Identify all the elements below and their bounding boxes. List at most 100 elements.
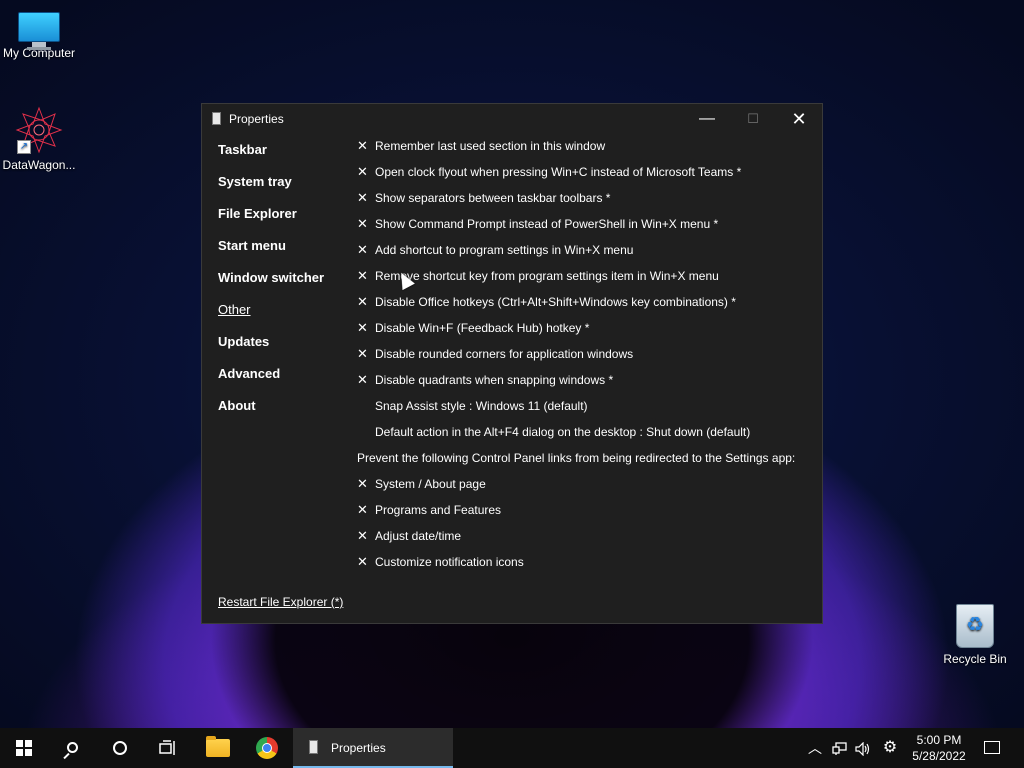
setting-remove-shortcut-key[interactable]: ✕ Remove shortcut key from program settin… <box>357 263 817 289</box>
x-mark-icon: ✕ <box>357 190 368 205</box>
start-button[interactable] <box>0 728 48 768</box>
setting-label: Adjust date/time <box>375 529 462 543</box>
setting-win-f-hotkey[interactable]: ✕ Disable Win+F (Feedback Hub) hotkey * <box>357 315 817 341</box>
setting-label: Open clock flyout when pressing Win+C in… <box>375 165 742 179</box>
settings-tray-button[interactable]: ⚙ <box>878 728 902 768</box>
sidebar-item-system-tray[interactable]: System tray <box>218 166 348 198</box>
cortana-button[interactable] <box>96 728 144 768</box>
maximize-button[interactable]: ☐ <box>730 104 776 134</box>
properties-window: Properties — ☐ ✕ Taskbar System tray Fil… <box>201 103 823 624</box>
recycle-bin-icon: ♻ <box>956 604 994 648</box>
sidebar-item-window-switcher[interactable]: Window switcher <box>218 262 348 294</box>
action-center-button[interactable] <box>978 728 1006 768</box>
setting-label: Snap Assist style : Windows 11 (default) <box>375 399 588 413</box>
x-mark-icon: ✕ <box>357 476 368 491</box>
settings-list: ✕ Remember last used section in this wind… <box>357 133 817 575</box>
chevron-up-icon: ︿ <box>808 740 822 756</box>
notification-icon <box>984 741 1000 755</box>
setting-rounded-corners[interactable]: ✕ Disable rounded corners for application… <box>357 341 817 367</box>
desktop-icon-recycle-bin[interactable]: ♻ Recycle Bin <box>932 604 1018 666</box>
search-icon <box>66 742 78 754</box>
x-mark-icon: ✕ <box>357 216 368 231</box>
app-icon <box>309 740 318 754</box>
minimize-button[interactable]: — <box>684 104 730 134</box>
setting-snap-assist-style[interactable]: Snap Assist style : Windows 11 (default) <box>357 393 817 419</box>
task-view-button[interactable] <box>144 728 192 768</box>
taskbar-clock[interactable]: 5:00 PM 5/28/2022 <box>904 732 974 764</box>
x-mark-icon: ✕ <box>357 346 368 361</box>
setting-label: Add shortcut to program settings in Win+… <box>375 243 634 257</box>
clock-date: 5/28/2022 <box>912 749 966 763</box>
setting-toolbar-separators[interactable]: ✕ Show separators between taskbar toolbar… <box>357 185 817 211</box>
file-explorer-taskbar-button[interactable] <box>194 728 242 768</box>
sidebar-item-other[interactable]: Other <box>218 294 348 326</box>
sidebar-item-taskbar[interactable]: Taskbar <box>218 134 348 166</box>
clock-time: 5:00 PM <box>916 733 962 747</box>
setting-programs-features[interactable]: ✕ Programs and Features <box>357 497 817 523</box>
volume-tray-button[interactable] <box>852 728 874 768</box>
setting-label: System / About page <box>375 477 486 491</box>
setting-clock-flyout[interactable]: ✕ Open clock flyout when pressing Win+C i… <box>357 159 817 185</box>
setting-label: Show separators between taskbar toolbars… <box>375 191 611 205</box>
x-mark-icon: ✕ <box>357 320 368 335</box>
volume-icon <box>855 741 870 757</box>
sidebar-item-about[interactable]: About <box>218 390 348 422</box>
window-title: Properties <box>229 112 284 126</box>
desktop-icon-datawagon[interactable]: ↗ DataWagon... <box>0 106 82 172</box>
desktop-icon-my-computer[interactable]: My Computer <box>0 12 82 60</box>
x-mark-icon: ✕ <box>357 138 368 153</box>
setting-label: Remember last used section in this windo… <box>375 139 606 153</box>
task-view-icon <box>159 740 175 755</box>
setting-office-hotkeys[interactable]: ✕ Disable Office hotkeys (Ctrl+Alt+Shift+… <box>357 289 817 315</box>
section-heading: Prevent the following Control Panel link… <box>357 451 796 465</box>
setting-label: Customize notification icons <box>375 555 524 569</box>
setting-add-shortcut[interactable]: ✕ Add shortcut to program settings in Win… <box>357 237 817 263</box>
setting-label: Default action in the Alt+F4 dialog on t… <box>375 425 751 439</box>
desktop-icon-label: DataWagon... <box>2 158 76 172</box>
setting-label: Disable Win+F (Feedback Hub) hotkey * <box>375 321 590 335</box>
taskbar-task-label: Properties <box>331 741 386 755</box>
datawagon-icon: ↗ <box>15 106 63 154</box>
restart-explorer-link[interactable]: Restart File Explorer (*) <box>218 595 343 609</box>
shortcut-arrow-icon: ↗ <box>17 140 31 154</box>
network-icon <box>832 742 847 756</box>
network-tray-button[interactable] <box>828 728 852 768</box>
setting-label: Programs and Features <box>375 503 502 517</box>
setting-command-prompt[interactable]: ✕ Show Command Prompt instead of PowerShe… <box>357 211 817 237</box>
properties-taskbar-button[interactable]: Properties <box>293 728 453 768</box>
setting-label: Show Command Prompt instead of PowerShel… <box>375 217 719 231</box>
gear-icon: ⚙ <box>882 739 898 756</box>
x-mark-icon: ✕ <box>357 242 368 257</box>
x-mark-icon: ✕ <box>357 164 368 179</box>
chrome-taskbar-button[interactable] <box>243 728 291 768</box>
monitor-icon <box>18 12 60 50</box>
setting-adjust-date-time[interactable]: ✕ Adjust date/time <box>357 523 817 549</box>
windows-logo-icon <box>16 739 32 756</box>
chrome-icon <box>256 736 278 759</box>
x-mark-icon: ✕ <box>357 372 368 387</box>
show-hidden-icons-button[interactable]: ︿ <box>804 728 826 768</box>
sidebar-item-advanced[interactable]: Advanced <box>218 358 348 390</box>
sidebar-item-start-menu[interactable]: Start menu <box>218 230 348 262</box>
setting-alt-f4-default[interactable]: Default action in the Alt+F4 dialog on t… <box>357 419 817 445</box>
taskbar: Properties ︿ ⚙ 5:00 PM 5/28/2022 <box>0 728 1024 768</box>
setting-label: Disable rounded corners for application … <box>375 347 634 361</box>
x-mark-icon: ✕ <box>357 502 368 517</box>
setting-snap-quadrants[interactable]: ✕ Disable quadrants when snapping windows… <box>357 367 817 393</box>
x-mark-icon: ✕ <box>357 268 368 283</box>
window-titlebar[interactable]: Properties — ☐ ✕ <box>202 104 822 134</box>
setting-system-about[interactable]: ✕ System / About page <box>357 471 817 497</box>
setting-notification-icons[interactable]: ✕ Customize notification icons <box>357 549 817 575</box>
sidebar-item-updates[interactable]: Updates <box>218 326 348 358</box>
folder-icon <box>206 735 230 757</box>
setting-label: Remove shortcut key from program setting… <box>375 269 719 283</box>
x-mark-icon: ✕ <box>357 554 368 569</box>
cortana-icon <box>113 740 127 755</box>
sidebar-nav: Taskbar System tray File Explorer Start … <box>218 134 348 422</box>
setting-label: Disable quadrants when snapping windows … <box>375 373 614 387</box>
desktop-icon-label: Recycle Bin <box>943 652 1007 666</box>
search-button[interactable] <box>48 728 96 768</box>
sidebar-item-file-explorer[interactable]: File Explorer <box>218 198 348 230</box>
setting-remember-section[interactable]: ✕ Remember last used section in this wind… <box>357 133 817 159</box>
close-button[interactable]: ✕ <box>776 104 822 134</box>
